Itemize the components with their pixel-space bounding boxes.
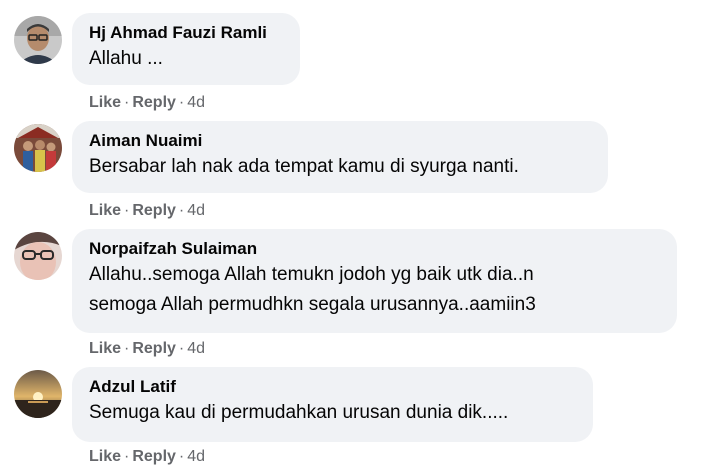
comment-bubble: Hj Ahmad Fauzi Ramli Allahu ... [72, 13, 300, 85]
separator: · [178, 448, 185, 465]
separator: · [178, 94, 185, 111]
like-button[interactable]: Like [89, 202, 121, 219]
comment-actions: Like · Reply · 4d [89, 93, 205, 113]
reply-button[interactable]: Reply [132, 202, 176, 219]
comment-author[interactable]: Norpaifzah Sulaiman [89, 238, 661, 260]
comment-bubble: Aiman Nuaimi Bersabar lah nak ada tempat… [72, 121, 608, 193]
comment-text: Semuga kau di permudahkan urusan dunia d… [89, 402, 509, 423]
man-with-glasses-avatar-icon [14, 16, 62, 64]
comment-bubble: Norpaifzah Sulaiman Allahu..semoga Allah… [72, 229, 677, 333]
timestamp[interactable]: 4d [187, 202, 205, 219]
separator: · [178, 340, 185, 357]
timestamp[interactable]: 4d [187, 340, 205, 357]
like-button[interactable]: Like [89, 448, 121, 465]
avatar[interactable] [14, 124, 62, 172]
comment-text-line: semoga Allah permudhkn segala urusannya.… [89, 294, 536, 315]
comment-author[interactable]: Hj Ahmad Fauzi Ramli [89, 22, 284, 44]
like-button[interactable]: Like [89, 94, 121, 111]
timestamp[interactable]: 4d [187, 94, 205, 111]
group-photo-avatar-icon [14, 124, 62, 172]
separator: · [124, 94, 130, 111]
comment-text: Allahu ... [89, 48, 163, 69]
separator: · [178, 202, 185, 219]
comment-bubble: Adzul Latif Semuga kau di permudahkan ur… [72, 367, 593, 442]
comment-actions: Like · Reply · 4d [89, 447, 205, 467]
comment-text: Bersabar lah nak ada tempat kamu di syur… [89, 156, 519, 177]
reply-button[interactable]: Reply [132, 340, 176, 357]
comment-actions: Like · Reply · 4d [89, 339, 205, 359]
like-button[interactable]: Like [89, 340, 121, 357]
avatar[interactable] [14, 16, 62, 64]
comment-actions: Like · Reply · 4d [89, 201, 205, 221]
avatar[interactable] [14, 232, 62, 280]
comment-author[interactable]: Aiman Nuaimi [89, 130, 592, 152]
sunset-avatar-icon [14, 370, 62, 418]
avatar[interactable] [14, 370, 62, 418]
separator: · [124, 202, 130, 219]
separator: · [124, 448, 130, 465]
reply-button[interactable]: Reply [132, 448, 176, 465]
reply-button[interactable]: Reply [132, 94, 176, 111]
timestamp[interactable]: 4d [187, 448, 205, 465]
separator: · [124, 340, 130, 357]
woman-with-glasses-avatar-icon [14, 232, 62, 280]
comment-text-line: Allahu..semoga Allah temukn jodoh yg bai… [89, 264, 534, 285]
comment-author[interactable]: Adzul Latif [89, 376, 577, 398]
